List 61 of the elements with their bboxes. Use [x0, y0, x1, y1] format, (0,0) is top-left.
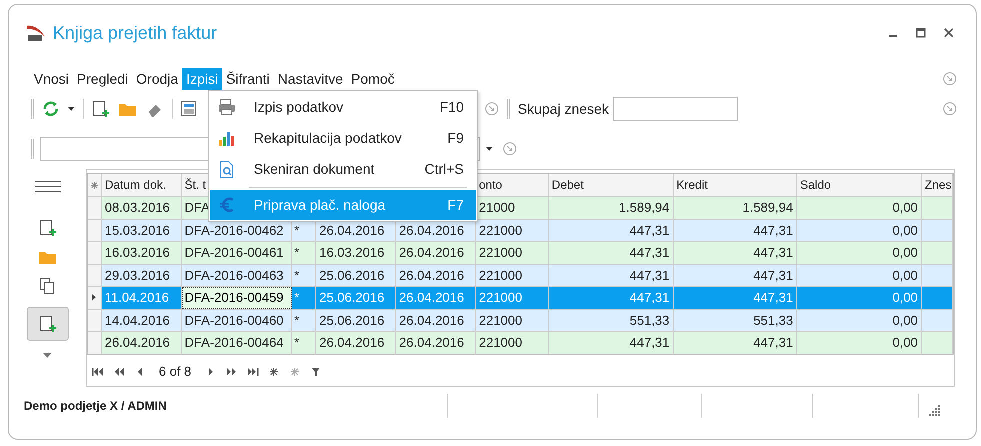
new-document-icon[interactable] [38, 219, 56, 237]
new-document-icon [38, 315, 56, 333]
table-row[interactable]: 26.04.2016 DFA-2016-00464 * 26.04.2016 26.04.2016 221000 447,31 447,31 0,00 [88, 331, 953, 354]
asterisk-icon[interactable] [268, 366, 280, 377]
app-logo-icon [25, 23, 47, 43]
table-cell: 26.04.2016 [396, 332, 476, 354]
window-title: Knjiga prejetih faktur [53, 22, 218, 45]
caret-icon[interactable] [68, 107, 75, 111]
calculator-icon[interactable] [181, 101, 197, 117]
copy-icon[interactable] [38, 277, 56, 295]
table-cell: 221000 [476, 332, 549, 354]
table-row[interactable]: 16.03.2016 DFA-2016-00461 * 16.03.2016 26.04.2016 221000 447,31 447,31 0,00 [88, 241, 953, 264]
menu-item[interactable]: Rekapitulacija podatkov F9 [210, 123, 476, 154]
last-page-icon[interactable] [246, 366, 259, 377]
refresh-icon[interactable] [42, 100, 60, 118]
menu-item[interactable]: Vnosi [30, 68, 74, 90]
menu-item[interactable]: Šifranti [222, 68, 274, 90]
table-row[interactable]: 29.03.2016 DFA-2016-00463 * 25.06.2016 26.04.2016 221000 447,31 447,31 0,00 [88, 264, 953, 286]
table-cell: * [292, 332, 316, 354]
menu-icon[interactable] [34, 181, 60, 193]
shortcut-text: F10 [438, 98, 465, 117]
menu-item[interactable]: Orodja [132, 68, 182, 90]
table-cell: DFA-2016-00464 [182, 332, 292, 354]
table-cell: 26.04.2016 [102, 332, 182, 354]
shortcut-text: F7 [446, 196, 465, 214]
table-cell: 447,31 [674, 332, 798, 354]
maximize-icon[interactable] [916, 28, 926, 38]
euro-icon [218, 196, 236, 214]
menu-item[interactable]: Izpis podatkov F10 [210, 92, 476, 123]
row-pointer-icon [92, 294, 96, 302]
new-document-icon[interactable] [92, 100, 110, 118]
menu-item[interactable]: Pomoč [347, 68, 399, 90]
status-text: Demo podjetje X / ADMIN [23, 398, 168, 415]
first-page-icon[interactable] [92, 366, 104, 377]
table-cell: 26.04.2016 [316, 332, 396, 354]
document-search-icon [218, 160, 236, 178]
asterisk-icon [90, 182, 98, 188]
table-row[interactable]: 14.04.2016 DFA-2016-00460 * 25.06.2016 26.04.2016 221000 551,33 551,33 0,00 [88, 308, 953, 331]
table-row[interactable]: 15.03.2016 DFA-2016-00462 * 26.04.2016 26.04.2016 221000 447,31 447,31 0,00 [88, 218, 953, 241]
table-cell: DFA-2016-00459 [182, 287, 292, 308]
printer-icon [218, 98, 236, 116]
menu-item[interactable]: Nastavitve [274, 68, 348, 90]
menu-item[interactable]: Skeniran dokument Ctrl+S [210, 154, 476, 185]
menu-item[interactable]: Pregledi [73, 68, 132, 90]
shortcut-text: F9 [446, 129, 465, 148]
next-page-icon[interactable] [226, 366, 238, 377]
record-position: 6 of 8 [158, 363, 193, 381]
table-cell: 0,00 [797, 332, 922, 354]
table-cell: 447,31 [548, 332, 674, 354]
previous-page-icon[interactable] [113, 366, 125, 377]
resize-grip-icon[interactable] [929, 404, 941, 416]
bar-chart-icon [218, 130, 236, 148]
shortcut-text: Ctrl+S [424, 160, 465, 179]
total-label: Skupaj znesek [518, 100, 610, 119]
total-field[interactable] [613, 97, 738, 121]
close-icon[interactable] [944, 28, 954, 38]
caret-icon[interactable] [486, 147, 493, 151]
filter-icon[interactable] [310, 366, 322, 377]
new-document-button[interactable] [26, 307, 68, 341]
table-row[interactable]: 11.04.2016 DFA-2016-00459 * 25.06.2016 26.04.2016 221000 447,31 447,31 0,00 [88, 286, 953, 308]
row-header[interactable] [88, 287, 102, 308]
